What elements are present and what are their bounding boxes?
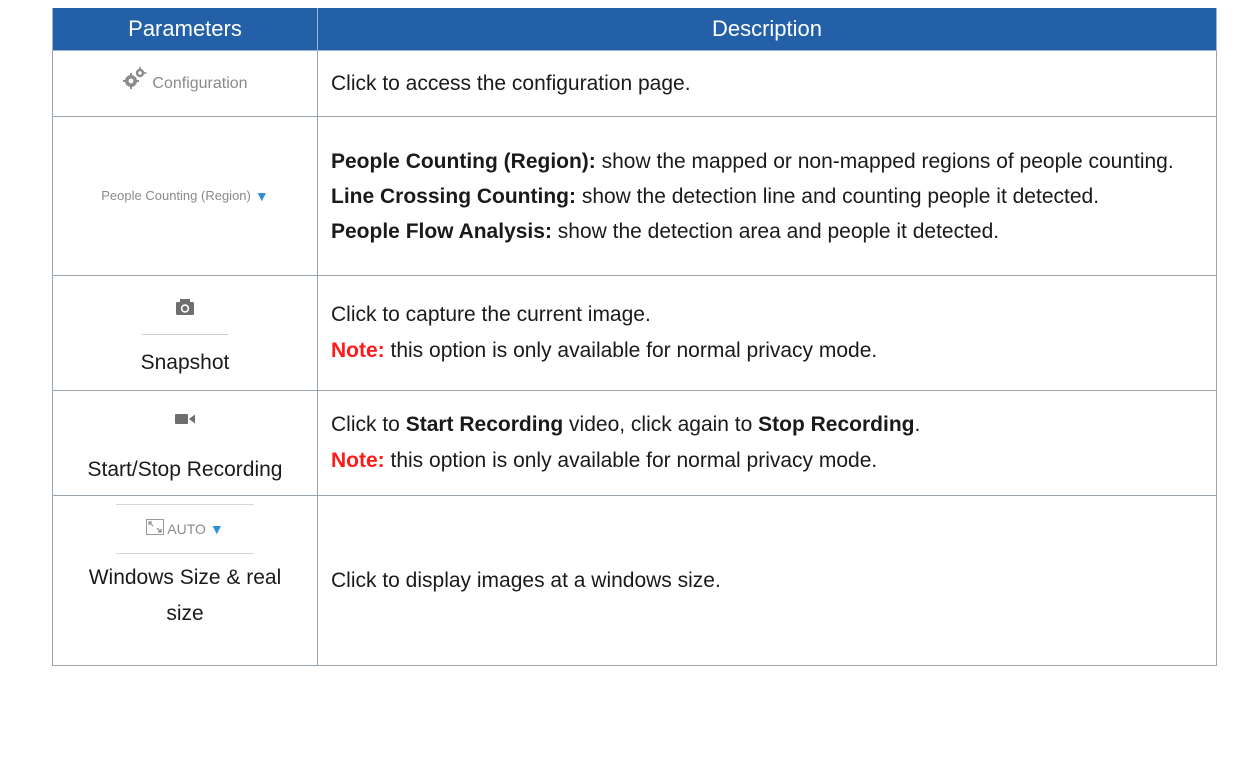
term-region: People Counting (Region): [331,149,596,173]
param-cell-window-size: AUTO ▼ Windows Size & real size [52,495,318,666]
gears-icon [122,66,148,102]
term-line-crossing: Line Crossing Counting: [331,184,576,208]
note-label: Note: [331,339,385,362]
window-resize-icon [146,517,165,541]
desc-pre: Click to [331,413,406,436]
people-counting-dropdown[interactable]: People Counting (Region) ▼ [101,178,268,214]
desc-cell-configuration: Click to access the configuration page. [317,50,1217,117]
caret-down-icon: ▼ [254,188,269,205]
desc-cell-recording: Click to Start Recording video, click ag… [317,390,1217,496]
divider [142,333,228,335]
caret-down-icon: ▼ [209,521,224,537]
term-flow: People Flow Analysis: [331,219,552,243]
header-parameters: Parameters [52,8,318,51]
desc-item-line-crossing: Line Crossing Counting: show the detecti… [331,179,1202,214]
window-size-label: Windows Size & real size [88,566,282,625]
table-row: People Counting (Region) ▼ People Counti… [52,116,1217,276]
param-cell-configuration: Configuration [52,50,318,117]
desc-cell-window-size: Click to display images at a windows siz… [317,495,1217,666]
note-text: this option is only available for normal… [384,449,878,472]
param-cell-snapshot: Snapshot [52,275,318,391]
text-region: show the mapped or non-mapped regions of… [595,149,1174,173]
snapshot-button[interactable] [53,298,317,322]
people-counting-dropdown-label: People Counting (Region) [101,188,251,204]
window-size-dropdown[interactable]: AUTO ▼ [146,517,224,541]
start-recording-term: Start Recording [405,413,564,436]
text-flow: show the detection area and people it de… [551,219,1000,243]
desc-item-region: People Counting (Region): show the mappe… [331,144,1202,179]
desc-text: Click to capture the current image. [331,303,651,326]
camera-icon [175,298,195,321]
table-row: Configuration Click to access the config… [52,50,1217,117]
divider [116,504,254,505]
param-cell-people-counting: People Counting (Region) ▼ [52,116,318,276]
note-text: this option is only available for normal… [384,339,878,362]
snapshot-label: Snapshot [140,350,230,374]
desc-mid: video, click again to [563,413,759,436]
video-camera-icon [174,408,196,431]
desc-item-flow: People Flow Analysis: show the detection… [331,214,1202,249]
configuration-label: Configuration [152,74,248,92]
table-row: AUTO ▼ Windows Size & real size Click to… [52,495,1217,666]
param-cell-recording: Start/Stop Recording [52,390,318,496]
note-label: Note: [331,449,385,472]
parameters-table: Parameters Description Configuration Cli… [52,8,1217,666]
configuration-button[interactable]: Configuration [122,66,248,102]
table-row: Snapshot Click to capture the current im… [52,275,1217,391]
text-line-crossing: show the detection line and counting peo… [575,184,1100,208]
header-description: Description [317,8,1217,51]
divider [116,553,254,554]
record-button[interactable] [53,408,317,432]
desc-end: . [914,413,921,436]
desc-text: Click to Start Recording video, click ag… [331,407,1202,443]
desc-cell-snapshot: Click to capture the current image. Note… [317,275,1217,391]
stop-recording-term: Stop Recording [758,413,915,436]
note-line: Note: this option is only available for … [331,333,1202,369]
table-header-row: Parameters Description [52,8,1217,51]
desc-cell-people-counting: People Counting (Region): show the mappe… [317,116,1217,276]
note-line: Note: this option is only available for … [331,443,1202,479]
recording-label: Start/Stop Recording [87,458,283,481]
table-row: Start/Stop Recording Click to Start Reco… [52,390,1217,496]
window-size-value: AUTO [167,521,206,537]
